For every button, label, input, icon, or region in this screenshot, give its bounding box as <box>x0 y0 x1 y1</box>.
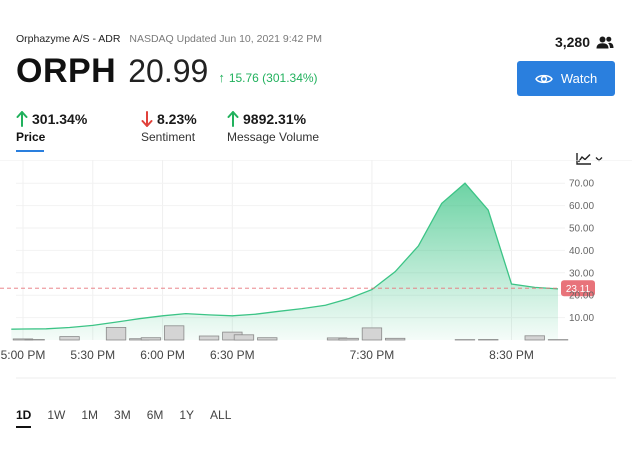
y-tick-label: 20.00 <box>569 291 594 302</box>
price-change: ↑ 15.76 (301.34%) <box>218 70 317 85</box>
volume-bar <box>198 335 220 341</box>
volume-bar <box>140 337 162 341</box>
volume-bar <box>24 339 45 341</box>
metric-volume-label: Message Volume <box>227 130 320 144</box>
volume-bar <box>163 325 185 341</box>
watch-button[interactable]: Watch <box>517 61 615 96</box>
range-tab[interactable]: 6M <box>147 408 164 428</box>
company-name: Orphazyme A/S - ADR <box>16 33 121 45</box>
price-area-fill <box>11 183 559 340</box>
volume-bar <box>478 339 499 341</box>
y-tick-label: 50.00 <box>569 224 594 235</box>
arrow-up-icon: ↑ <box>218 70 225 85</box>
metric-tab-price[interactable]: 301.34% Price <box>16 111 94 152</box>
metric-price-label: Price <box>16 130 46 144</box>
y-tick-label: 40.00 <box>569 246 594 257</box>
range-tab[interactable]: 1Y <box>179 408 194 428</box>
volume-bar <box>361 327 383 341</box>
x-tick-label: 5:30 PM <box>70 348 115 362</box>
x-tick-label: 7:30 PM <box>350 348 395 362</box>
metric-tabs: 301.34% Price 8.23% Sentiment 9892.31% M… <box>16 111 361 152</box>
x-tick-label: 6:30 PM <box>210 348 255 362</box>
arrow-down-icon <box>141 111 153 127</box>
metric-volume-value: 9892.31% <box>243 111 307 127</box>
active-tab-underline <box>16 150 44 152</box>
volume-bar <box>384 337 406 341</box>
y-tick-label: 10.00 <box>569 313 594 324</box>
eye-icon <box>534 73 553 85</box>
watch-button-label: Watch <box>560 71 598 86</box>
arrow-up-icon <box>16 111 28 127</box>
exchange-info: NASDAQ Updated Jun 10, 2021 9:42 PM <box>129 33 322 45</box>
metric-sentiment-value: 8.23% <box>157 111 197 127</box>
arrow-up-icon <box>227 111 239 127</box>
metric-sentiment-label: Sentiment <box>141 130 196 144</box>
price-chart[interactable]: 23.1110.0020.0030.0040.0050.0060.0070.00… <box>0 160 632 382</box>
y-tick-label: 30.00 <box>569 268 594 279</box>
range-tabs: 1D 1W 1M 3M 6M 1Y ALL <box>16 408 247 428</box>
volume-bar <box>338 337 359 341</box>
volume-bar <box>524 335 545 341</box>
range-tab[interactable]: ALL <box>210 408 231 428</box>
range-tab[interactable]: 1D <box>16 408 32 428</box>
volume-bar <box>233 334 255 341</box>
volume-bar <box>257 337 278 341</box>
metric-tab-volume[interactable]: 9892.31% Message Volume <box>227 111 337 152</box>
watcher-count-text: 3,280 <box>554 34 590 50</box>
metric-tab-sentiment[interactable]: 8.23% Sentiment <box>141 111 203 152</box>
x-tick-label: 5:00 PM <box>1 348 46 362</box>
quote-header: ORPH 20.99 ↑ 15.76 (301.34%) <box>16 52 318 91</box>
x-tick-label: 6:00 PM <box>140 348 185 362</box>
watcher-count: 3,280 <box>555 34 614 50</box>
volume-bar <box>59 336 80 341</box>
range-tab[interactable]: 3M <box>114 408 131 428</box>
y-tick-label: 60.00 <box>569 201 594 212</box>
range-tab[interactable]: 1W <box>47 408 65 428</box>
x-tick-label: 8:30 PM <box>489 348 534 362</box>
metric-price-value: 301.34% <box>32 111 88 127</box>
last-price: 20.99 <box>128 53 209 89</box>
volume-bar <box>105 326 127 341</box>
ticker-symbol: ORPH <box>16 52 117 90</box>
quote-meta: Orphazyme A/S - ADR NASDAQ Updated Jun 1… <box>16 33 322 45</box>
y-tick-label: 70.00 <box>569 179 594 190</box>
price-change-text: 15.76 (301.34%) <box>228 70 318 85</box>
range-tab[interactable]: 1M <box>81 408 98 428</box>
people-icon <box>596 36 614 49</box>
